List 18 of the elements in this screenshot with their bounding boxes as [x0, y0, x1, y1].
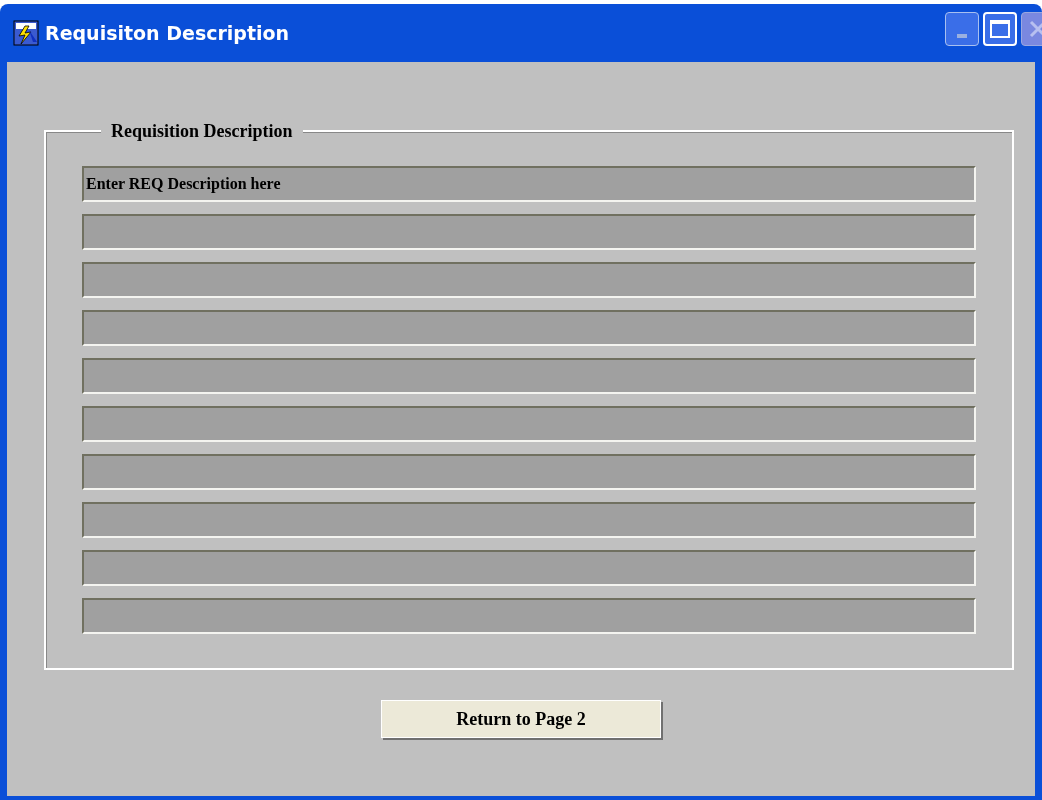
- description-field[interactable]: [82, 262, 976, 298]
- window-title: Requisiton Description: [45, 20, 291, 46]
- minimize-button[interactable]: [945, 12, 979, 46]
- description-field[interactable]: [82, 550, 976, 586]
- close-icon: [1029, 20, 1042, 38]
- app-icon: [13, 20, 39, 46]
- description-field[interactable]: [82, 406, 976, 442]
- description-field[interactable]: Enter REQ Description here: [82, 166, 976, 202]
- description-field[interactable]: [82, 310, 976, 346]
- description-field[interactable]: [82, 454, 976, 490]
- maximize-button[interactable]: [983, 12, 1017, 46]
- description-field[interactable]: [82, 502, 976, 538]
- maximize-icon: [990, 20, 1010, 38]
- description-field[interactable]: [82, 214, 976, 250]
- description-field[interactable]: [82, 598, 976, 634]
- description-field[interactable]: [82, 358, 976, 394]
- return-button[interactable]: Return to Page 2: [381, 700, 661, 738]
- minimize-icon: [957, 34, 967, 38]
